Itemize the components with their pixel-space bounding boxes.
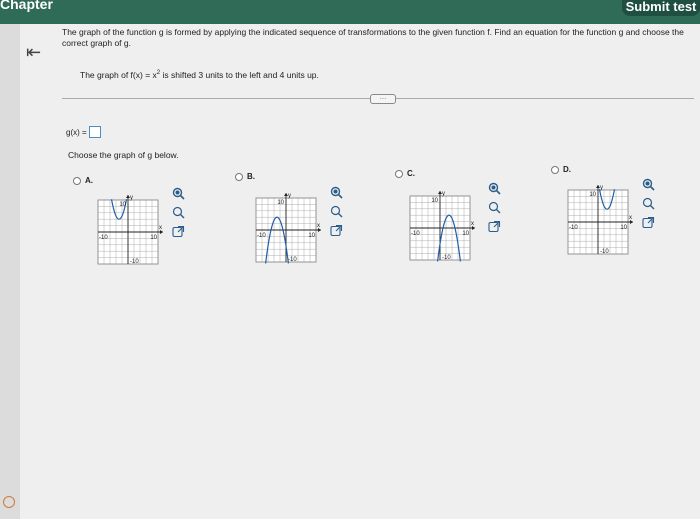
x-axis-label: x (629, 215, 632, 221)
zoom-out-icon[interactable] (488, 201, 501, 214)
answer-input[interactable] (88, 126, 101, 138)
x-axis-label: x (471, 221, 474, 227)
graph-svg: yx10-10-10 10 (409, 191, 475, 262)
x-min-tick: -10 (257, 233, 266, 239)
option-radio[interactable] (73, 177, 81, 185)
submit-test-button[interactable]: Submit test (622, 0, 700, 16)
option-radio[interactable] (235, 173, 243, 181)
graph-tools (330, 186, 344, 243)
option-letter: A. (85, 176, 93, 185)
answer-row: g(x) = (66, 126, 101, 138)
y-max-tick: 10 (589, 192, 596, 198)
option-letter: B. (247, 172, 255, 181)
y-max-tick: 10 (119, 202, 126, 208)
given-suffix: is shifted 3 units to the left and 4 uni… (160, 70, 319, 80)
zoom-out-icon[interactable] (642, 197, 655, 210)
y-max-tick: 10 (431, 198, 438, 204)
x-max-tick: 10 (462, 231, 469, 237)
choose-instruction: Choose the graph of g below. (68, 150, 179, 160)
zoom-out-icon[interactable] (172, 206, 185, 219)
popout-icon[interactable] (172, 225, 185, 238)
help-icon[interactable] (3, 496, 15, 508)
option-graph: y x 10 -10 -10 10 (250, 190, 330, 278)
graph-tools (488, 182, 502, 239)
zoom-in-icon[interactable] (172, 187, 185, 200)
y-axis-label: y (600, 185, 603, 191)
option-radio[interactable] (395, 170, 403, 178)
y-min-tick: -10 (288, 257, 297, 263)
zoom-out-icon[interactable] (330, 205, 343, 218)
y-axis-label: y (288, 193, 291, 199)
x-max-tick: 10 (308, 233, 315, 239)
top-bar: Chapter Submit test (0, 0, 700, 24)
back-arrow-icon[interactable]: ⇤ (26, 42, 41, 63)
option-letter: D. (563, 165, 571, 174)
y-max-tick: 10 (277, 200, 284, 206)
option-graph: y x 10 -10 -10 10 (404, 188, 484, 276)
option-radio[interactable] (551, 166, 559, 174)
zoom-in-icon[interactable] (488, 182, 501, 195)
y-min-tick: -10 (130, 259, 139, 265)
y-min-tick: -10 (600, 249, 609, 255)
chapter-title: Chapter (0, 0, 53, 12)
x-axis-label: x (159, 225, 162, 231)
popout-icon[interactable] (330, 224, 343, 237)
graph-svg: yx10-10-10 10 (97, 195, 163, 265)
left-sidebar (0, 24, 20, 519)
more-button[interactable]: … (370, 94, 396, 104)
option-letter: C. (407, 169, 415, 178)
y-axis-label: y (130, 195, 133, 201)
option-graph: y x 10 -10 -10 10 (92, 192, 172, 280)
graph-tools (642, 178, 656, 235)
x-min-tick: -10 (411, 231, 420, 237)
x-max-tick: 10 (150, 235, 157, 241)
x-min-tick: -10 (569, 225, 578, 231)
y-axis-label: y (442, 191, 445, 197)
y-min-tick: -10 (442, 255, 451, 261)
given-prefix: The graph of f(x) = x (80, 70, 157, 80)
zoom-in-icon[interactable] (642, 178, 655, 191)
graph-tools (172, 187, 186, 244)
graph-svg: yx10-10-10 10 (255, 193, 321, 264)
x-max-tick: 10 (620, 225, 627, 231)
question-text: The graph of the function g is formed by… (62, 27, 684, 48)
graph-svg: yx10-10-10 10 (567, 185, 633, 255)
x-axis-label: x (317, 223, 320, 229)
answer-label: g(x) = (66, 127, 87, 137)
x-min-tick: -10 (99, 235, 108, 241)
zoom-in-icon[interactable] (330, 186, 343, 199)
popout-icon[interactable] (488, 220, 501, 233)
given-function: The graph of f(x) = x2 is shifted 3 unit… (80, 70, 319, 80)
popout-icon[interactable] (642, 216, 655, 229)
option-graph: y x 10 -10 -10 10 (562, 182, 642, 270)
